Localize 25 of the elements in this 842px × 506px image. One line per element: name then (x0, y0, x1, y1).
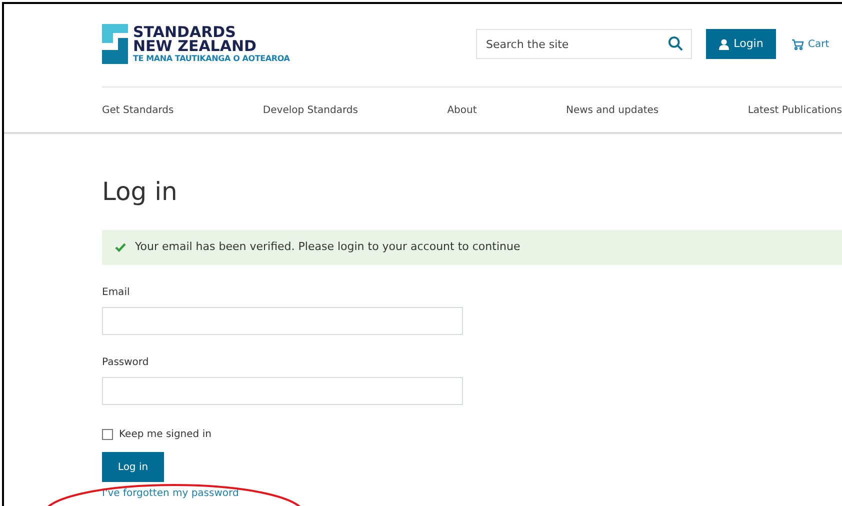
checkbox[interactable] (102, 429, 113, 440)
search-field[interactable]: Search the site (476, 29, 692, 59)
field-label: Password (102, 356, 149, 370)
checkbox-label: Keep me signed in (119, 428, 212, 442)
nav-link[interactable]: About (447, 102, 477, 118)
user-icon (718, 38, 729, 50)
login-button[interactable]: Login (706, 29, 776, 59)
nav-link[interactable]: News and updates (566, 102, 659, 118)
nav-link[interactable]: Latest Publications (748, 102, 842, 118)
logo-title: NEW ZEALAND (133, 39, 258, 53)
page-heading: Log in (102, 176, 178, 208)
logo-tagline: TE MANA TAUTIKANGA O AOTEAROA (133, 55, 290, 63)
input-field[interactable] (102, 377, 463, 405)
field-label: Email (102, 286, 130, 300)
input-field[interactable] (102, 307, 463, 335)
logo-title: STANDARDS (133, 25, 236, 39)
check-icon (115, 243, 126, 252)
alert-message: Your email has been verified. Please login to your account to continue (135, 239, 520, 256)
nav-link[interactable]: Get Standards (102, 102, 174, 118)
nav-link[interactable]: Develop Standards (262, 102, 358, 118)
cart-link[interactable]: Cart (792, 36, 842, 52)
cart-icon (792, 38, 804, 50)
logo-icon (102, 24, 128, 64)
search-icon (668, 36, 683, 51)
login-submit-button[interactable]: Log in (102, 452, 164, 482)
